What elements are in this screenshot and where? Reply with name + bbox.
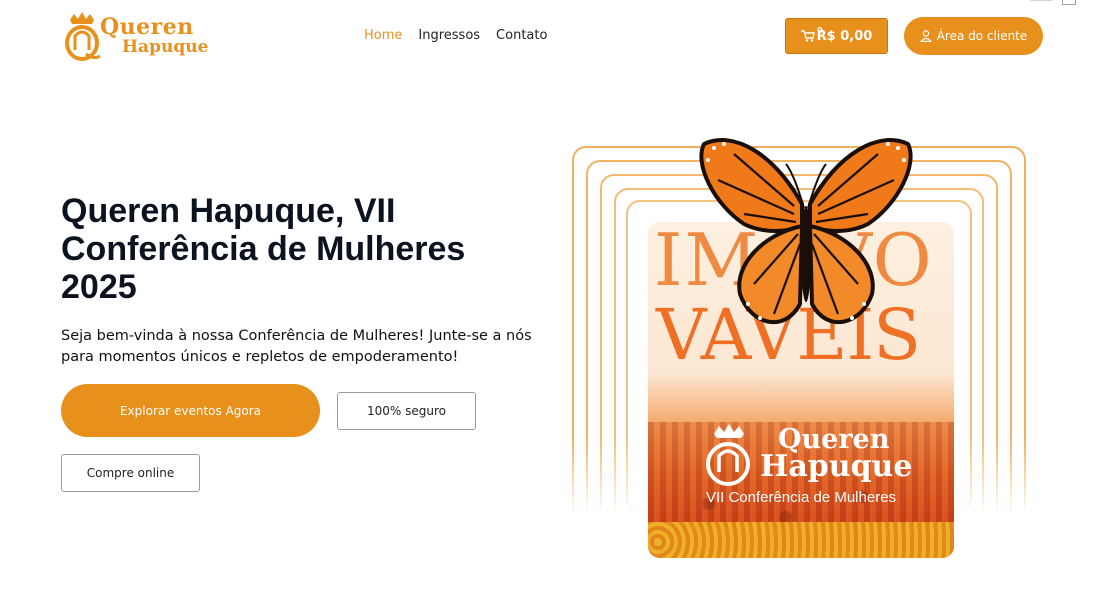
- nav-item-contato[interactable]: Contato: [496, 28, 547, 43]
- buy-online-button[interactable]: Compre online: [61, 454, 200, 492]
- cart-total: R$ 0,00: [816, 28, 873, 44]
- brand-logo[interactable]: Queren Hapuque: [62, 10, 208, 62]
- top-edge-line: [1030, 0, 1052, 1]
- client-area-button[interactable]: Área do cliente: [904, 17, 1043, 55]
- hero-title: Queren Hapuque, VII Conferência de Mulhe…: [61, 192, 466, 306]
- poster-subtitle: VII Conferência de Mulheres: [705, 489, 897, 506]
- flowers-decoration: [648, 522, 954, 558]
- poster-logo: Queren Hapuque: [694, 422, 914, 492]
- user-icon: [919, 30, 932, 42]
- hero-subtitle: Seja bem-vinda à nossa Conferência de Mu…: [61, 328, 532, 365]
- user-menu-icon[interactable]: [1062, 0, 1076, 5]
- nav-item-ingressos[interactable]: Ingressos: [418, 28, 480, 43]
- nav-item-home[interactable]: Home: [364, 28, 402, 43]
- cart-icon: [800, 30, 815, 42]
- secure-badge-button[interactable]: 100% seguro: [337, 392, 476, 430]
- poster-logo-line-2: Hapuque: [760, 449, 913, 484]
- client-area-label: Área do cliente: [936, 29, 1028, 43]
- crown-logo-icon: [706, 424, 750, 486]
- cart-count-badge: 0: [817, 26, 823, 35]
- hero-poster-image: IMOVO VAVEIS Queren Hapuque VII Conferên…: [566, 138, 1032, 568]
- brand-line-1: Queren: [100, 14, 194, 40]
- brand-line-2: Hapuque: [122, 37, 209, 57]
- explore-events-button[interactable]: Explorar eventos Agora: [61, 384, 320, 437]
- main-nav: Home Ingressos Contato: [364, 28, 547, 43]
- crown-logo-icon: [65, 12, 101, 61]
- butterfly-icon: [699, 138, 913, 324]
- cart-button[interactable]: 0 R$ 0,00: [785, 18, 888, 54]
- brand-wordmark: Queren Hapuque: [100, 16, 208, 56]
- site-header: Queren Hapuque Home Ingressos Contato 0 …: [0, 0, 1098, 72]
